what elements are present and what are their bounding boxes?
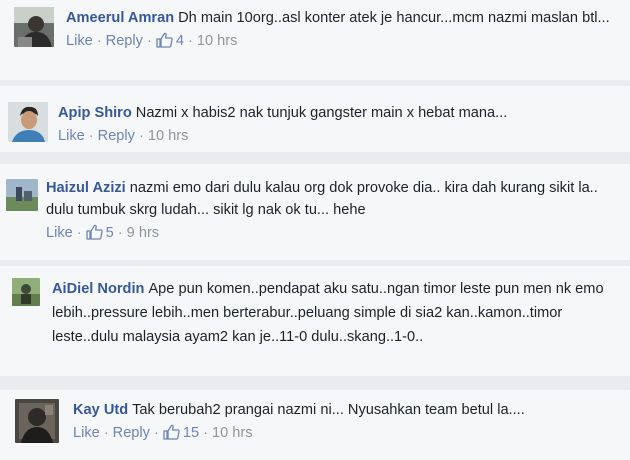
comment-text: Kay Utd Tak berubah2 prangai nazmi ni... … [73, 399, 626, 421]
like-count-value: 4 [175, 33, 184, 49]
comment-author[interactable]: AiDiel Nordin [52, 281, 144, 297]
timestamp[interactable]: 9 hrs [127, 225, 159, 241]
timestamp[interactable]: 10 hrs [148, 128, 189, 144]
comment-card: Ameerul Amran Dh main 10org..asl konter a… [0, 0, 630, 80]
comment-author[interactable]: Apip Shiro [58, 105, 132, 121]
timestamp[interactable]: 10 hrs [197, 33, 238, 49]
avatar[interactable] [15, 399, 59, 443]
thumbs-up-icon [156, 32, 173, 48]
thumbs-up-icon [86, 224, 103, 240]
comment-card: Haizul Azizi nazmi emo dari dulu kalau or… [0, 164, 630, 260]
reply-link[interactable]: Reply [106, 33, 143, 49]
reply-link[interactable]: Reply [98, 128, 135, 144]
separator: · [203, 425, 208, 441]
comment-card: Apip Shiro Nazmi x habis2 nak tunjuk gang… [0, 86, 630, 152]
like-link[interactable]: Like [66, 33, 93, 49]
reply-link[interactable]: Reply [113, 425, 150, 441]
comment-card: AiDiel Nordin Ape pun komen..pendapat aku… [0, 266, 630, 376]
comment-message: nazmi emo dari dulu kalau org dok provok… [46, 180, 598, 218]
separator: · [76, 225, 82, 241]
comment-actions: Like · Reply · 10 hrs [58, 126, 626, 146]
avatar[interactable] [6, 179, 38, 211]
like-count[interactable]: 5 [86, 224, 114, 241]
separator: · [153, 425, 159, 441]
like-link[interactable]: Like [73, 425, 100, 441]
comment-author[interactable]: Haizul Azizi [46, 180, 126, 196]
comment-text: Haizul Azizi nazmi emo dari dulu kalau or… [46, 177, 626, 221]
separator: · [187, 33, 193, 49]
like-count[interactable]: 4 [156, 32, 184, 49]
separator: · [103, 425, 109, 441]
like-count-value: 15 [182, 425, 200, 441]
avatar[interactable] [8, 102, 48, 142]
comment-text: Ameerul Amran Dh main 10org..asl konter a… [66, 7, 626, 29]
like-count[interactable]: 15 [163, 424, 200, 441]
like-link[interactable]: Like [46, 225, 73, 241]
comment-actions: Like · Reply · 4 · 10 hrs [66, 31, 626, 51]
separator: · [96, 33, 102, 49]
comment-actions: Like · 5 · 9 hrs [46, 223, 626, 243]
thumbs-up-icon [163, 424, 180, 440]
comment-author[interactable]: Ameerul Amran [66, 10, 174, 26]
timestamp[interactable]: 10 hrs [212, 425, 253, 441]
comment-text: AiDiel Nordin Ape pun komen..pendapat aku… [52, 277, 626, 349]
avatar[interactable] [14, 7, 54, 47]
avatar[interactable] [12, 278, 40, 306]
comment-message: Dh main 10org..asl konter atek je hancur… [178, 10, 610, 26]
separator: · [117, 225, 123, 241]
comment-author[interactable]: Kay Utd [73, 402, 128, 418]
separator: · [88, 128, 94, 144]
comment-text: Apip Shiro Nazmi x habis2 nak tunjuk gang… [58, 102, 626, 124]
like-link[interactable]: Like [58, 128, 85, 144]
like-count-value: 5 [105, 225, 114, 241]
separator: · [138, 128, 144, 144]
comment-message: Nazmi x habis2 nak tunjuk gangster main … [135, 105, 508, 121]
comment-actions: Like · Reply · 15 · 10 hrs [73, 423, 626, 443]
comment-message: Tak berubah2 prangai nazmi ni... Nyusahk… [132, 402, 525, 418]
comment-card: Kay Utd Tak berubah2 prangai nazmi ni... … [0, 390, 630, 460]
separator: · [146, 33, 152, 49]
